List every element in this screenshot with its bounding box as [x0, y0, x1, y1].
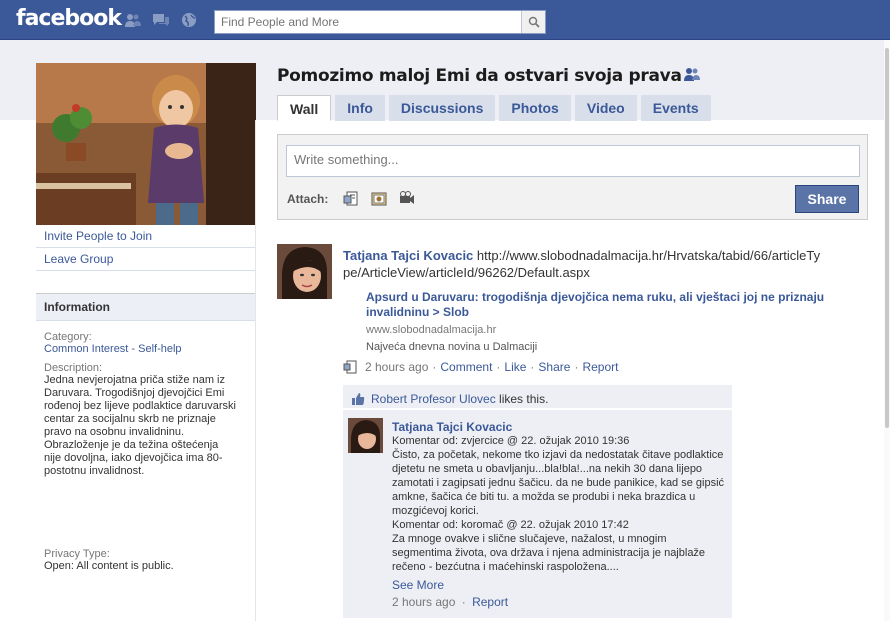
top-bar: facebook	[0, 0, 890, 40]
shared-link-description: Najveća dnevna novina u Dalmaciji	[366, 341, 538, 353]
tab-video[interactable]: Video	[574, 95, 637, 121]
comment-timestamp[interactable]: 2 hours ago	[392, 595, 455, 609]
link-post-icon	[343, 360, 359, 374]
leave-group-link[interactable]: Leave Group	[36, 248, 256, 271]
scrollbar-thumb[interactable]	[885, 48, 889, 428]
story-timestamp[interactable]: 2 hours ago	[365, 360, 428, 374]
search-input[interactable]	[215, 11, 515, 33]
story-actions: 2 hours ago · Comment · Like · Share · R…	[343, 360, 618, 374]
page-scrollbar[interactable]	[884, 40, 890, 621]
story-author-avatar[interactable]	[277, 244, 332, 299]
share-action[interactable]: Share	[538, 360, 570, 374]
information-box: Information Category: Common Interest - …	[36, 293, 256, 573]
shared-link-title[interactable]: Apsurd u Daruvaru: trogodišnja djevojčic…	[366, 290, 836, 320]
wall-publisher: Write something... Attach: Share	[277, 134, 868, 220]
comment-action[interactable]: Comment	[440, 360, 492, 374]
attach-link-icon[interactable]	[342, 190, 360, 208]
comment-meta: 2 hours ago · Report	[392, 595, 509, 609]
comment-report-link[interactable]: Report	[472, 595, 508, 609]
likes-bar: Robert Profesor Ulovec likes this.	[343, 385, 732, 409]
like-action[interactable]: Like	[504, 360, 526, 374]
comment-paragraph-2: Za mnoge ovakve i slične slučajeve, naža…	[392, 533, 706, 573]
left-sidebar: Invite People to Join Leave Group Inform…	[36, 63, 256, 573]
comment-author-name[interactable]: Tatjana Tajci Kovacic	[392, 420, 726, 434]
report-action[interactable]: Report	[582, 360, 618, 374]
tab-discussions[interactable]: Discussions	[388, 95, 496, 121]
tab-wall[interactable]: Wall	[277, 95, 332, 121]
group-profile-photo[interactable]	[36, 63, 256, 225]
facebook-logo[interactable]: facebook	[16, 6, 122, 31]
likes-text: likes this.	[495, 392, 549, 406]
category-label: Category:	[44, 331, 92, 343]
share-button[interactable]: Share	[795, 185, 859, 213]
notifications-globe-icon[interactable]	[180, 12, 198, 28]
description-text: Jedna nevjerojatna priča stiže nam iz Da…	[44, 374, 236, 477]
category-value-link[interactable]: Common Interest - Self-help	[36, 343, 256, 356]
shared-link-attachment: Apsurd u Daruvaru: trogodišnja djevojčic…	[366, 290, 836, 353]
group-members-icon	[683, 66, 701, 82]
write-something-input[interactable]: Write something...	[286, 145, 860, 177]
search-button[interactable]	[521, 11, 545, 33]
shared-link-domain: www.slobodnadalmacija.hr	[366, 324, 497, 336]
attach-label: Attach:	[287, 192, 329, 206]
story-text: Tatjana Tajci Kovacic http://www.slobodn…	[343, 247, 823, 281]
comment: Tatjana Tajci Kovacic Komentar od: zvjer…	[343, 410, 732, 618]
liker-name-link[interactable]: Robert Profesor Ulovec	[371, 392, 496, 406]
sidebar-divider	[255, 120, 256, 621]
privacy-type-label: Privacy Type:	[44, 548, 110, 560]
attach-photo-icon[interactable]	[370, 190, 388, 208]
friend-requests-icon[interactable]	[124, 12, 142, 28]
privacy-type-value: Open: All content is public.	[44, 560, 174, 572]
tab-info[interactable]: Info	[335, 95, 385, 121]
see-more-link[interactable]: See More	[392, 578, 726, 592]
search-box	[214, 10, 546, 34]
story-author-name[interactable]: Tatjana Tajci Kovacic	[343, 248, 473, 263]
description-label: Description:	[44, 362, 103, 374]
thumbs-up-icon	[351, 392, 365, 406]
comment-author-avatar[interactable]	[348, 418, 383, 453]
group-title: Pomozimo maloj Emi da ostvari svoja prav…	[277, 66, 682, 86]
comment-paragraph-1: Čisto, za početak, nekome tko izjavi da …	[392, 449, 725, 517]
comment-line-1: Komentar od: zvjercice @ 22. ožujak 2010…	[392, 435, 630, 447]
messages-icon[interactable]	[152, 12, 170, 28]
comment-body: Tatjana Tajci Kovacic Komentar od: zvjer…	[392, 420, 726, 609]
attach-video-icon[interactable]	[398, 190, 416, 208]
tab-events[interactable]: Events	[640, 95, 711, 121]
information-header: Information	[36, 294, 256, 321]
tab-photos[interactable]: Photos	[499, 95, 571, 121]
search-icon	[528, 16, 540, 28]
comment-line-2: Komentar od: koromač @ 22. ožujak 2010 1…	[392, 519, 629, 531]
invite-people-link[interactable]: Invite People to Join	[36, 225, 256, 248]
group-tabs: Wall Info Discussions Photos Video Event…	[277, 95, 715, 121]
